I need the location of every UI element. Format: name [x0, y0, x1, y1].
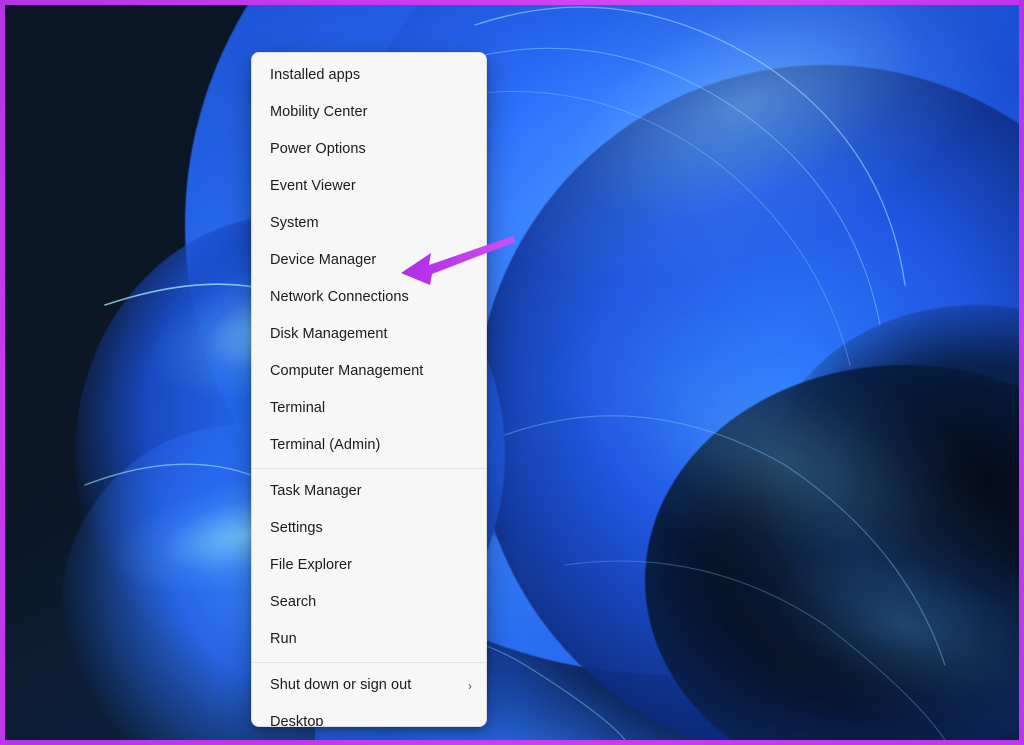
- menu-item-label: File Explorer: [270, 557, 353, 574]
- menu-item-label: Shut down or sign out: [270, 677, 412, 694]
- menu-item-terminal-admin[interactable]: Terminal (Admin): [252, 427, 486, 464]
- frame-border-top: [0, 0, 1024, 5]
- menu-item-label: Disk Management: [270, 326, 388, 343]
- menu-item-file-explorer[interactable]: File Explorer: [252, 547, 486, 584]
- menu-item-label: Mobility Center: [270, 104, 368, 121]
- menu-item-shut-down-or-sign-out[interactable]: Shut down or sign out ›: [252, 667, 486, 704]
- frame-border-right: [1019, 0, 1024, 745]
- menu-item-label: Computer Management: [270, 363, 424, 380]
- menu-item-disk-management[interactable]: Disk Management: [252, 316, 486, 353]
- menu-separator: [252, 468, 486, 469]
- menu-item-label: Network Connections: [270, 289, 409, 306]
- menu-separator: [252, 662, 486, 663]
- desktop-wallpaper: [5, 5, 1019, 740]
- menu-item-label: Terminal: [270, 400, 326, 417]
- menu-item-label: Event Viewer: [270, 178, 356, 195]
- wallpaper-rim-lines: [84, 6, 946, 740]
- menu-item-event-viewer[interactable]: Event Viewer: [252, 168, 486, 205]
- menu-item-search[interactable]: Search: [252, 584, 486, 621]
- menu-item-terminal[interactable]: Terminal: [252, 390, 486, 427]
- context-menu[interactable]: Installed apps Mobility Center Power Optio…: [251, 52, 487, 727]
- menu-item-task-manager[interactable]: Task Manager: [252, 473, 486, 510]
- chevron-right-icon: ›: [468, 678, 472, 693]
- frame-border-left: [0, 0, 5, 745]
- menu-item-mobility-center[interactable]: Mobility Center: [252, 94, 486, 131]
- menu-item-label: Task Manager: [270, 483, 362, 500]
- menu-item-label: Settings: [270, 520, 323, 537]
- menu-item-label: Search: [270, 594, 317, 611]
- menu-item-power-options[interactable]: Power Options: [252, 131, 486, 168]
- menu-item-settings[interactable]: Settings: [252, 510, 486, 547]
- menu-item-installed-apps[interactable]: Installed apps: [252, 57, 486, 94]
- menu-item-label: Terminal (Admin): [270, 437, 381, 454]
- menu-item-label: Run: [270, 631, 297, 648]
- menu-item-label: Installed apps: [270, 67, 361, 84]
- menu-item-run[interactable]: Run: [252, 621, 486, 658]
- desktop-screen: Installed apps Mobility Center Power Optio…: [5, 5, 1019, 740]
- menu-item-label: Desktop: [270, 714, 324, 727]
- menu-item-desktop[interactable]: Desktop: [252, 704, 486, 727]
- menu-item-label: Power Options: [270, 141, 366, 158]
- frame-border-bottom: [0, 740, 1024, 745]
- callout-arrow: [401, 236, 515, 285]
- menu-item-computer-management[interactable]: Computer Management: [252, 353, 486, 390]
